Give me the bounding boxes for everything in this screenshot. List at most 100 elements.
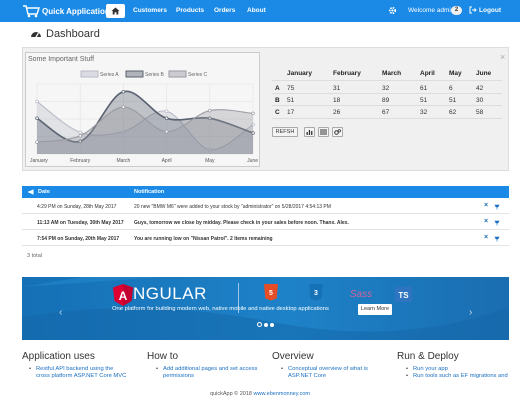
carousel-prev-icon[interactable]: ‹ [59, 307, 62, 318]
nav-home-button[interactable] [106, 4, 125, 18]
footer-text: quickApp © 2018 [210, 391, 254, 397]
shopping-cart-icon [23, 5, 40, 18]
list-button[interactable] [318, 127, 329, 137]
legend-swatch [125, 70, 144, 78]
legend-label: Series C [188, 72, 208, 78]
table-header: March [382, 70, 402, 77]
list-item[interactable]: • Conceptual overview of what is ASP.NET… [281, 366, 380, 380]
bar-chart-button[interactable] [304, 127, 315, 137]
carousel-next-icon[interactable]: › [469, 307, 472, 318]
notification-badge[interactable]: 2 [451, 6, 462, 15]
table-row-label: C [275, 109, 280, 116]
pin-icon[interactable] [494, 236, 500, 242]
table-header: June [476, 70, 492, 77]
bullet-icon: • [281, 366, 284, 372]
table-cell: 31 [333, 85, 341, 92]
table-row-label: A [275, 85, 280, 92]
table-cell: 18 [333, 97, 341, 104]
banner-tagline: One platform for building modern web, na… [112, 306, 329, 312]
bullhorn-icon [28, 189, 34, 195]
delete-icon[interactable]: × [484, 218, 488, 225]
brand[interactable]: Quick Application [22, 3, 110, 19]
col-title-how-to: How to [147, 351, 179, 362]
learn-more-button[interactable]: Learn More [358, 304, 392, 315]
x-tick-label: January [30, 158, 48, 164]
carousel-indicator-3[interactable] [270, 323, 274, 327]
table-cell: 58 [476, 109, 484, 116]
data-point [35, 116, 39, 121]
data-point [164, 129, 169, 134]
table-divider [272, 105, 502, 106]
table-divider [272, 118, 502, 119]
nav-about[interactable]: About [247, 7, 266, 14]
data-point [251, 111, 255, 116]
table-cell: 51 [449, 97, 457, 104]
data-point [164, 109, 169, 114]
list-item[interactable]: • Restful API backend using the cross pl… [29, 366, 128, 380]
navbar: Quick Application Customers Products Ord… [0, 0, 520, 22]
cogs-icon [334, 129, 341, 135]
angular-wordmark: NGULAR [133, 284, 207, 303]
html5-label: 5 [269, 290, 273, 297]
footer: quickApp © 2018 www.ebenmonney.com [0, 391, 520, 397]
table-header: February [333, 70, 361, 77]
x-tick-label: April [162, 158, 172, 164]
link-text[interactable]: Run tools such as EF migrations and [413, 373, 508, 379]
col-title-application-uses: Application uses [22, 351, 95, 362]
pin-icon[interactable] [494, 220, 500, 226]
typescript-icon: TS [395, 287, 412, 302]
close-icon[interactable]: × [500, 52, 505, 62]
sass-icon: Sass [350, 289, 372, 300]
page-title-text: Dashboard [46, 28, 100, 40]
bar-chart-icon [306, 130, 313, 135]
refresh-button[interactable]: REFSH [272, 127, 298, 137]
table-cell: 89 [382, 97, 390, 104]
link-text[interactable]: Restful API backend using the cross plat… [36, 366, 126, 379]
carousel-indicator-1[interactable] [257, 322, 262, 327]
table-cell: 75 [287, 85, 295, 92]
table-header: January [287, 70, 312, 77]
notification-date: 11:13 AM on Tuesday, 30th May 2017 [37, 220, 124, 226]
notifications-header: Date Notification [22, 186, 509, 198]
link-text[interactable]: Run your app [413, 366, 448, 372]
legend-label: Series A [100, 72, 119, 78]
css3-label: 3 [314, 290, 318, 297]
nav-products[interactable]: Products [176, 7, 204, 14]
table-cell: 51 [420, 97, 428, 104]
link-text[interactable]: Add additional pages and set access perm… [163, 366, 257, 379]
list-item[interactable]: • Run your app [406, 366, 520, 373]
footer-link[interactable]: www.ebenmonney.com [254, 391, 310, 397]
bullet-icon: • [156, 366, 159, 372]
x-tick-label: February [70, 158, 91, 164]
pin-icon[interactable] [494, 204, 500, 210]
logout-label[interactable]: Logout [479, 7, 501, 14]
data-point [208, 108, 212, 113]
x-tick-label: June [247, 158, 258, 164]
welcome-text[interactable]: Welcome admin [408, 7, 454, 14]
list-item[interactable]: • Run tools such as EF migrations and [406, 373, 520, 380]
carousel-indicator-2[interactable] [264, 323, 268, 327]
list-icon [320, 129, 327, 135]
nav-customers[interactable]: Customers [133, 7, 167, 14]
link-text[interactable]: Conceptual overview of what is ASP.NET C… [288, 366, 368, 379]
home-icon [111, 7, 120, 15]
list-item[interactable]: • Add additional pages and set access pe… [156, 366, 267, 380]
notification-message: Guys, tomorrow we close by midday. Pleas… [134, 220, 349, 226]
data-point [78, 134, 82, 138]
dashboard-icon [31, 32, 41, 38]
delete-icon[interactable]: × [484, 202, 488, 209]
data-point [35, 99, 39, 104]
table-divider [272, 80, 502, 81]
gear-icon[interactable] [388, 6, 397, 15]
delete-icon[interactable]: × [484, 234, 488, 241]
table-cell: 51 [287, 97, 295, 104]
notification-column-header[interactable]: Notification [134, 189, 164, 195]
nav-orders[interactable]: Orders [214, 7, 235, 14]
col-title-overview: Overview [272, 351, 314, 362]
settings-button[interactable] [332, 127, 343, 137]
sass-label: Sass [350, 289, 372, 300]
brand-name[interactable]: Quick Application [42, 7, 110, 16]
table-header: April [420, 70, 435, 77]
date-column-header[interactable]: Date [38, 189, 50, 195]
logout-button[interactable]: Logout [469, 6, 501, 14]
